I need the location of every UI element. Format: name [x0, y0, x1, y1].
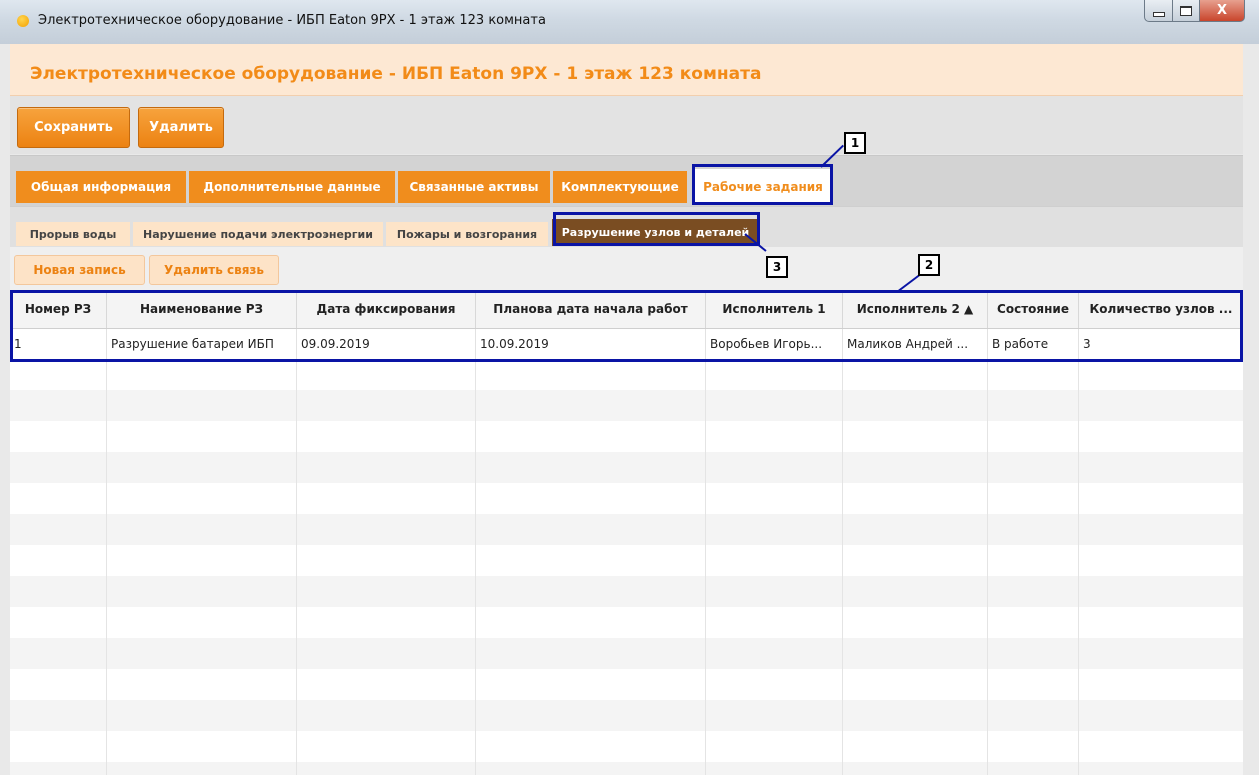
empty-row: [10, 669, 1243, 700]
table-row[interactable]: 1 Разрушение батареи ИБП 09.09.2019 10.0…: [10, 329, 1243, 359]
empty-row: [10, 545, 1243, 576]
tab-general-info[interactable]: Общая информация: [16, 171, 186, 203]
empty-row: [10, 390, 1243, 421]
cell-executor-2: Маликов Андрей ...: [843, 329, 988, 359]
empty-row: [10, 762, 1243, 775]
empty-row: [10, 731, 1243, 762]
cell-planned-start: 10.09.2019: [476, 329, 706, 359]
column-divider: [106, 328, 107, 775]
action-bar: Новая запись Удалить связь: [10, 247, 1243, 290]
save-button[interactable]: Сохранить: [17, 107, 130, 148]
callout-1: 1: [844, 132, 866, 154]
empty-row: [10, 359, 1243, 390]
new-record-button[interactable]: Новая запись: [14, 255, 145, 285]
maximize-button[interactable]: [1173, 0, 1200, 22]
column-header-name[interactable]: Наименование РЗ: [107, 290, 297, 328]
subtab-water-leak[interactable]: Прорыв воды: [16, 222, 130, 246]
column-header-status[interactable]: Состояние: [988, 290, 1079, 328]
column-header-executor-1[interactable]: Исполнитель 1: [706, 290, 843, 328]
table-header: Номер РЗ Наименование РЗ Дата фиксирован…: [10, 290, 1243, 329]
close-button[interactable]: X: [1200, 0, 1245, 22]
column-divider: [705, 328, 706, 775]
subtab-power-failure[interactable]: Нарушение подачи электроэнергии: [133, 222, 383, 246]
window-controls: X: [1144, 0, 1245, 22]
empty-row: [10, 700, 1243, 731]
empty-row: [10, 421, 1243, 452]
column-header-number[interactable]: Номер РЗ: [10, 290, 107, 328]
minimize-icon: [1152, 11, 1165, 17]
close-icon: X: [1216, 3, 1228, 18]
column-divider: [842, 328, 843, 775]
cell-fix-date: 09.09.2019: [297, 329, 476, 359]
sub-tabs: Прорыв воды Нарушение подачи электроэнер…: [10, 206, 1243, 247]
cell-executor-1: Воробьев Игорь...: [706, 329, 843, 359]
tab-additional-data[interactable]: Дополнительные данные: [189, 171, 395, 203]
tab-linked-assets[interactable]: Связанные активы: [398, 171, 550, 203]
tab-work-orders[interactable]: Рабочие задания: [693, 169, 833, 205]
window-title: Электротехническое оборудование - ИБП Ea…: [38, 13, 546, 28]
column-divider: [987, 328, 988, 775]
main-tabs: Общая информация Дополнительные данные С…: [10, 155, 1243, 206]
empty-row: [10, 483, 1243, 514]
column-header-planned-start[interactable]: Планова дата начала работ: [476, 290, 706, 328]
cell-parts-count: 3: [1083, 337, 1091, 351]
cell-name: Разрушение батареи ИБП: [107, 329, 297, 359]
title-bar[interactable]: Электротехническое оборудование - ИБП Ea…: [0, 0, 1259, 44]
unlink-button[interactable]: Удалить связь: [149, 255, 279, 285]
toolbar: Сохранить Удалить: [10, 96, 1243, 154]
callout-3: 3: [766, 256, 788, 278]
column-header-executor-2[interactable]: Исполнитель 2 ▲: [843, 290, 988, 328]
empty-row: [10, 514, 1243, 545]
column-divider: [1078, 328, 1079, 775]
tab-components[interactable]: Комплектующие: [553, 171, 687, 203]
column-divider: [296, 328, 297, 775]
empty-row: [10, 576, 1243, 607]
column-header-parts-count[interactable]: Количество узлов ...: [1079, 290, 1243, 328]
page-title: Электротехническое оборудование - ИБП Ea…: [30, 64, 762, 84]
subtab-parts-destruction[interactable]: Разрушение узлов и деталей: [552, 219, 759, 246]
minimize-button[interactable]: [1144, 0, 1173, 22]
maximize-icon: [1180, 5, 1192, 16]
empty-row: [10, 638, 1243, 669]
empty-row: [10, 452, 1243, 483]
cell-status: В работе: [988, 329, 1079, 359]
column-divider: [475, 328, 476, 775]
app-window: Электротехническое оборудование - ИБП Ea…: [0, 0, 1259, 775]
column-header-fix-date[interactable]: Дата фиксирования: [297, 290, 476, 328]
subtab-fires[interactable]: Пожары и возгорания: [386, 222, 548, 246]
callout-2: 2: [918, 254, 940, 276]
work-orders-table: Номер РЗ Наименование РЗ Дата фиксирован…: [10, 290, 1243, 775]
app-icon: [17, 15, 29, 27]
cell-number: 1: [10, 329, 107, 359]
page-header: Электротехническое оборудование - ИБП Ea…: [10, 44, 1243, 96]
delete-button[interactable]: Удалить: [138, 107, 224, 148]
empty-row: [10, 607, 1243, 638]
